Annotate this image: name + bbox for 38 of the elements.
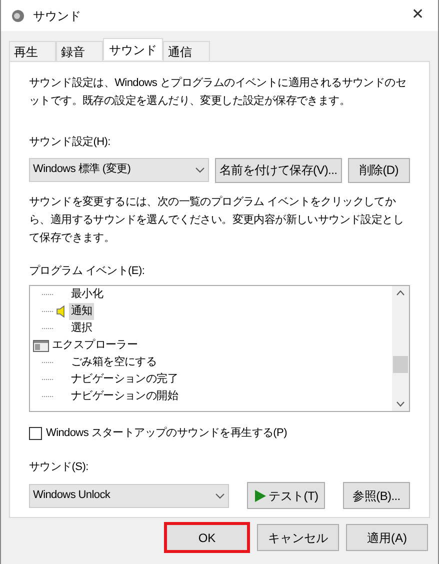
tab[interactable]: 通信	[163, 41, 210, 61]
chevron-down-icon	[194, 166, 205, 172]
tree-item[interactable]: 最小化	[69, 286, 106, 303]
tree-item[interactable]: 通知	[69, 303, 94, 320]
tab[interactable]: 再生	[9, 41, 56, 61]
tree-item[interactable]: ごみ箱を空にする	[69, 354, 159, 371]
close-button[interactable]: ✕	[398, 0, 438, 30]
checkbox-label[interactable]: Windows スタートアップのサウンドを再生する(P)	[46, 425, 287, 442]
scrollbar-thumb[interactable]	[393, 356, 408, 373]
field-label: サウンド(S):	[29, 460, 90, 474]
sound-dropdown[interactable]: Windows Unlock	[29, 484, 229, 508]
tree-item[interactable]: ナビゲーションの完了	[69, 371, 180, 388]
instruction-text: サウンドを変更するには、次の一覧のプログラム イベントをクリックしてから、適用するサウンドを選んでください。変更内容が新しいサウンド設定として保存できます。	[29, 194, 405, 246]
description-text: サウンド設定は、Windows とプログラムのイベントに適用されるサウンドのセットです。既存の設定を選んだり、変更した設定が保存できます。	[29, 76, 407, 109]
tree-item[interactable]: 選択	[69, 320, 94, 337]
chevron-down-icon	[396, 401, 405, 407]
checkbox[interactable]	[29, 426, 42, 440]
delete-button[interactable]: 削除(D)	[348, 158, 410, 182]
dialog-button[interactable]: 適用(A)	[346, 524, 428, 551]
save-as-button[interactable]: 名前を付けて保存(V)...	[214, 158, 342, 182]
chevron-down-icon	[214, 492, 225, 498]
chevron-up-icon	[396, 290, 405, 296]
tree-item[interactable]: エクスプローラー	[52, 337, 138, 354]
tree-item[interactable]: ナビゲーションの開始	[69, 388, 180, 405]
browse-button[interactable]: 参照(B)...	[343, 482, 410, 509]
tab[interactable]: 録音	[56, 41, 103, 61]
scheme-dropdown[interactable]: Windows 標準 (変更)	[29, 158, 209, 182]
scrollbar[interactable]	[392, 286, 409, 411]
tab[interactable]: サウンド	[103, 38, 163, 60]
event-list[interactable]: 最小化 通知 選択 エクスプローラー ごみ箱を空にする ナビゲーションの完了 ナビゲーションの開始	[29, 285, 410, 412]
test-button[interactable]: テスト(T)	[246, 482, 326, 509]
window-icon	[33, 340, 49, 352]
field-label: サウンド設定(H):	[29, 134, 112, 150]
window-title: サウンド	[33, 8, 81, 24]
dialog-button[interactable]: キャンセル	[257, 524, 339, 551]
field-label: プログラム イベント(E):	[29, 264, 146, 278]
dialog-button[interactable]: OK	[164, 522, 250, 553]
play-icon	[254, 490, 266, 502]
